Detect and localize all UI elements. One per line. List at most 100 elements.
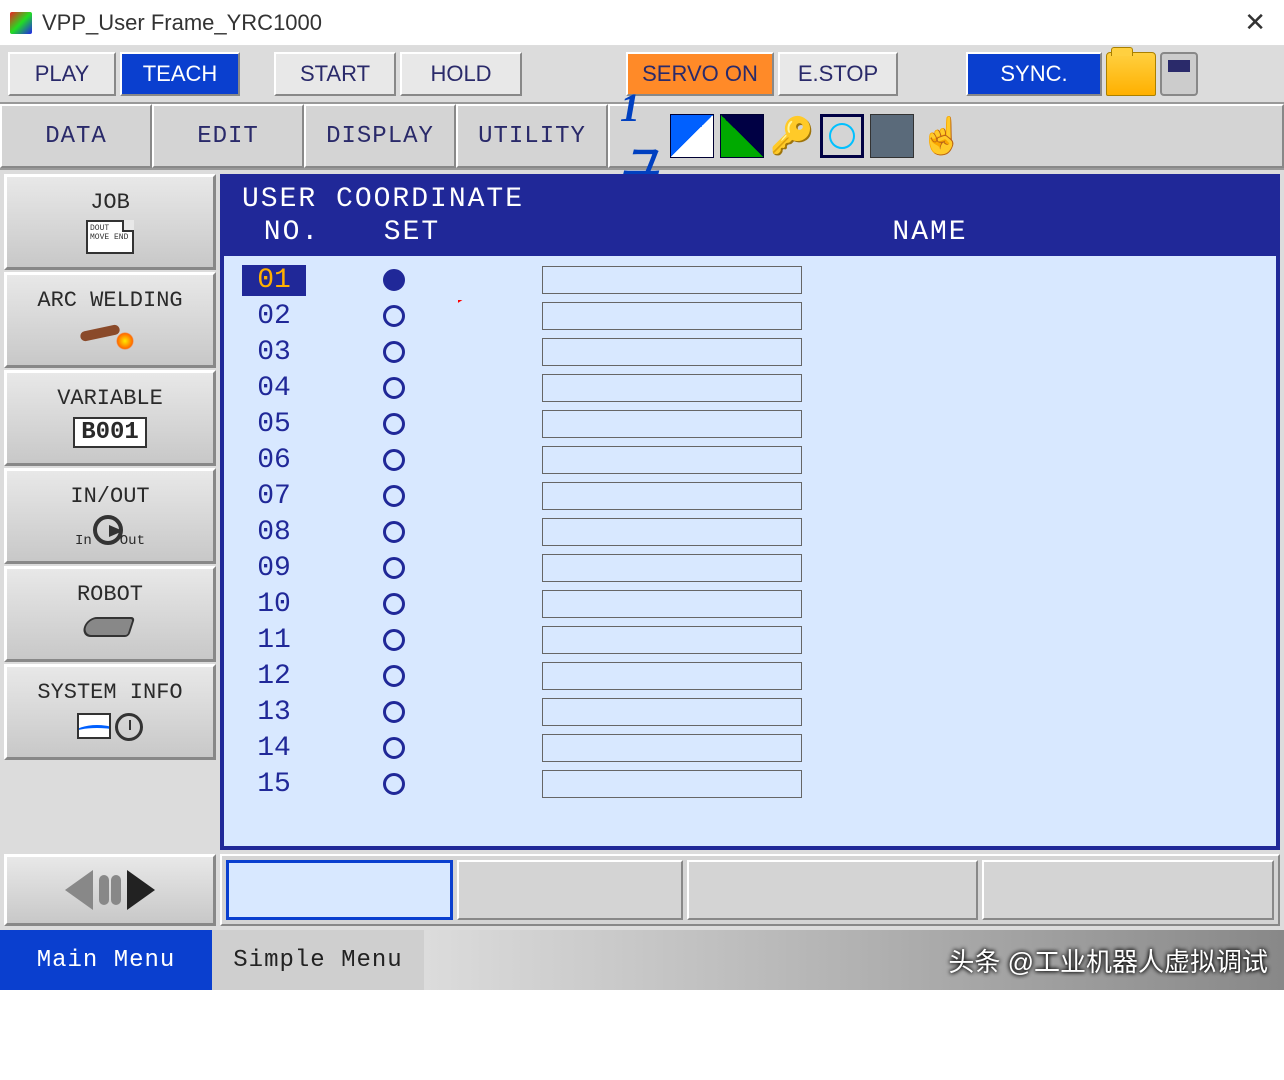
user-coordinate-frame: USER COORDINATE NO. SET NAME 01020304050… (220, 174, 1280, 850)
play-button[interactable]: PLAY (8, 52, 116, 96)
coord-row[interactable]: 15 (242, 766, 1258, 802)
arc-welding-icon (80, 320, 140, 350)
sidebar-robot-label: ROBOT (77, 582, 143, 607)
coord-set[interactable] (306, 593, 482, 615)
coord-set[interactable] (306, 305, 482, 327)
sidebar-job[interactable]: JOB DOUT MOVE END (4, 174, 216, 270)
hand-icon[interactable]: ☝ (920, 114, 964, 158)
coord-name-field[interactable] (542, 770, 802, 798)
inout-icon: In Out (75, 513, 145, 549)
menu-utility[interactable]: UTILITY (456, 104, 608, 168)
watermark: 头条 @工业机器人虚拟调试 (424, 930, 1284, 990)
coord-row[interactable]: 13 (242, 694, 1258, 730)
screen-icon[interactable] (870, 114, 914, 158)
pendant-icon[interactable] (1160, 52, 1198, 96)
coord-no: 07 (242, 481, 306, 512)
sidebar-system-info[interactable]: SYSTEM INFO (4, 664, 216, 760)
coord-name-field[interactable] (542, 410, 802, 438)
coord-row[interactable]: 11 (242, 622, 1258, 658)
status-box-1[interactable] (226, 860, 453, 920)
coord-name-field[interactable] (542, 446, 802, 474)
estop-button[interactable]: E.STOP (778, 52, 898, 96)
coord-set[interactable] (306, 665, 482, 687)
close-button[interactable]: ✕ (1236, 7, 1274, 38)
hold-button[interactable]: HOLD (400, 52, 522, 96)
simple-menu-button[interactable]: Simple Menu (212, 930, 424, 990)
menu-display[interactable]: DISPLAY (304, 104, 456, 168)
coord-set[interactable] (306, 485, 482, 507)
coord-set[interactable] (306, 521, 482, 543)
coord-row[interactable]: 04 (242, 370, 1258, 406)
coord-set[interactable] (306, 377, 482, 399)
key-icon[interactable]: 🔑 (770, 114, 814, 158)
col-name: NAME (482, 217, 1258, 248)
coord-set[interactable] (306, 269, 482, 291)
coord-row[interactable]: 01 (242, 262, 1258, 298)
coord-12-icon[interactable]: 1ユ (620, 114, 664, 158)
coord-set[interactable] (306, 449, 482, 471)
coord-name-field[interactable] (542, 302, 802, 330)
tool-icon[interactable] (670, 114, 714, 158)
coord-row[interactable]: 12 (242, 658, 1258, 694)
menu-edit[interactable]: EDIT (152, 104, 304, 168)
status-box-2 (457, 860, 682, 920)
sidebar-inout-label: IN/OUT (70, 484, 149, 509)
coord-name-field[interactable] (542, 374, 802, 402)
coord-set[interactable] (306, 341, 482, 363)
set-empty-icon (383, 413, 405, 435)
coord-set[interactable] (306, 629, 482, 651)
teach-button[interactable]: TEACH (120, 52, 240, 96)
coord-name-field[interactable] (542, 662, 802, 690)
coord-name-field[interactable] (542, 590, 802, 618)
sidebar-inout[interactable]: IN/OUT In Out (4, 468, 216, 564)
coord-row[interactable]: 09 (242, 550, 1258, 586)
set-empty-icon (383, 485, 405, 507)
panel-columns: NO. SET NAME (224, 217, 1276, 256)
set-empty-icon (383, 449, 405, 471)
set-empty-icon (383, 341, 405, 363)
sidebar-variable-label: VARIABLE (57, 386, 163, 411)
coord-no: 09 (242, 553, 306, 584)
nav-separator-icon (99, 875, 121, 905)
coord-name-field[interactable] (542, 626, 802, 654)
coord-set[interactable] (306, 557, 482, 579)
coord-set[interactable] (306, 701, 482, 723)
main-menu-button[interactable]: Main Menu (0, 930, 212, 990)
sync-button[interactable]: SYNC. (966, 52, 1102, 96)
col-no: NO. (242, 217, 342, 248)
coord-row[interactable]: 10 (242, 586, 1258, 622)
coord-name-field[interactable] (542, 734, 802, 762)
set-empty-icon (383, 305, 405, 327)
coord-set[interactable] (306, 413, 482, 435)
coord-name-field[interactable] (542, 518, 802, 546)
sidebar-variable[interactable]: VARIABLE B001 (4, 370, 216, 466)
nav-prev-icon[interactable] (65, 870, 93, 910)
coord-no: 13 (242, 697, 306, 728)
coord-row[interactable]: 03 (242, 334, 1258, 370)
coord-row[interactable]: 02 (242, 298, 1258, 334)
sidebar-arc-welding[interactable]: ARC WELDING (4, 272, 216, 368)
set-empty-icon (383, 377, 405, 399)
set-empty-icon (383, 773, 405, 795)
sidebar-robot[interactable]: ROBOT (4, 566, 216, 662)
coord-row[interactable]: 08 (242, 514, 1258, 550)
coord-name-field[interactable] (542, 698, 802, 726)
coord-row[interactable]: 05 (242, 406, 1258, 442)
frame-icon[interactable] (820, 114, 864, 158)
folder-icon[interactable] (1106, 52, 1156, 96)
coord-set[interactable] (306, 773, 482, 795)
coord-name-field[interactable] (542, 554, 802, 582)
speed-icon[interactable] (720, 114, 764, 158)
coord-row[interactable]: 07 (242, 478, 1258, 514)
coord-row[interactable]: 14 (242, 730, 1258, 766)
start-button[interactable]: START (274, 52, 396, 96)
coord-set[interactable] (306, 737, 482, 759)
menu-data[interactable]: DATA (0, 104, 152, 168)
coord-row[interactable]: 06 (242, 442, 1258, 478)
coord-name-field[interactable] (542, 338, 802, 366)
coord-name-field[interactable] (542, 482, 802, 510)
nav-next-icon[interactable] (127, 870, 155, 910)
coord-name-field[interactable] (542, 266, 802, 294)
sidebar: JOB DOUT MOVE END ARC WELDING VARIABLE B… (4, 174, 216, 926)
set-empty-icon (383, 701, 405, 723)
